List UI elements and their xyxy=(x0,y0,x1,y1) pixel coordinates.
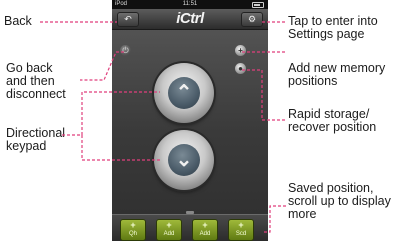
leader-saved xyxy=(264,205,286,233)
leader-rapid xyxy=(242,69,286,121)
leader-disconnect xyxy=(80,51,124,81)
leader-lines xyxy=(40,21,286,233)
leader-dpad-down xyxy=(81,135,160,161)
leader-dpad-up xyxy=(62,91,160,136)
